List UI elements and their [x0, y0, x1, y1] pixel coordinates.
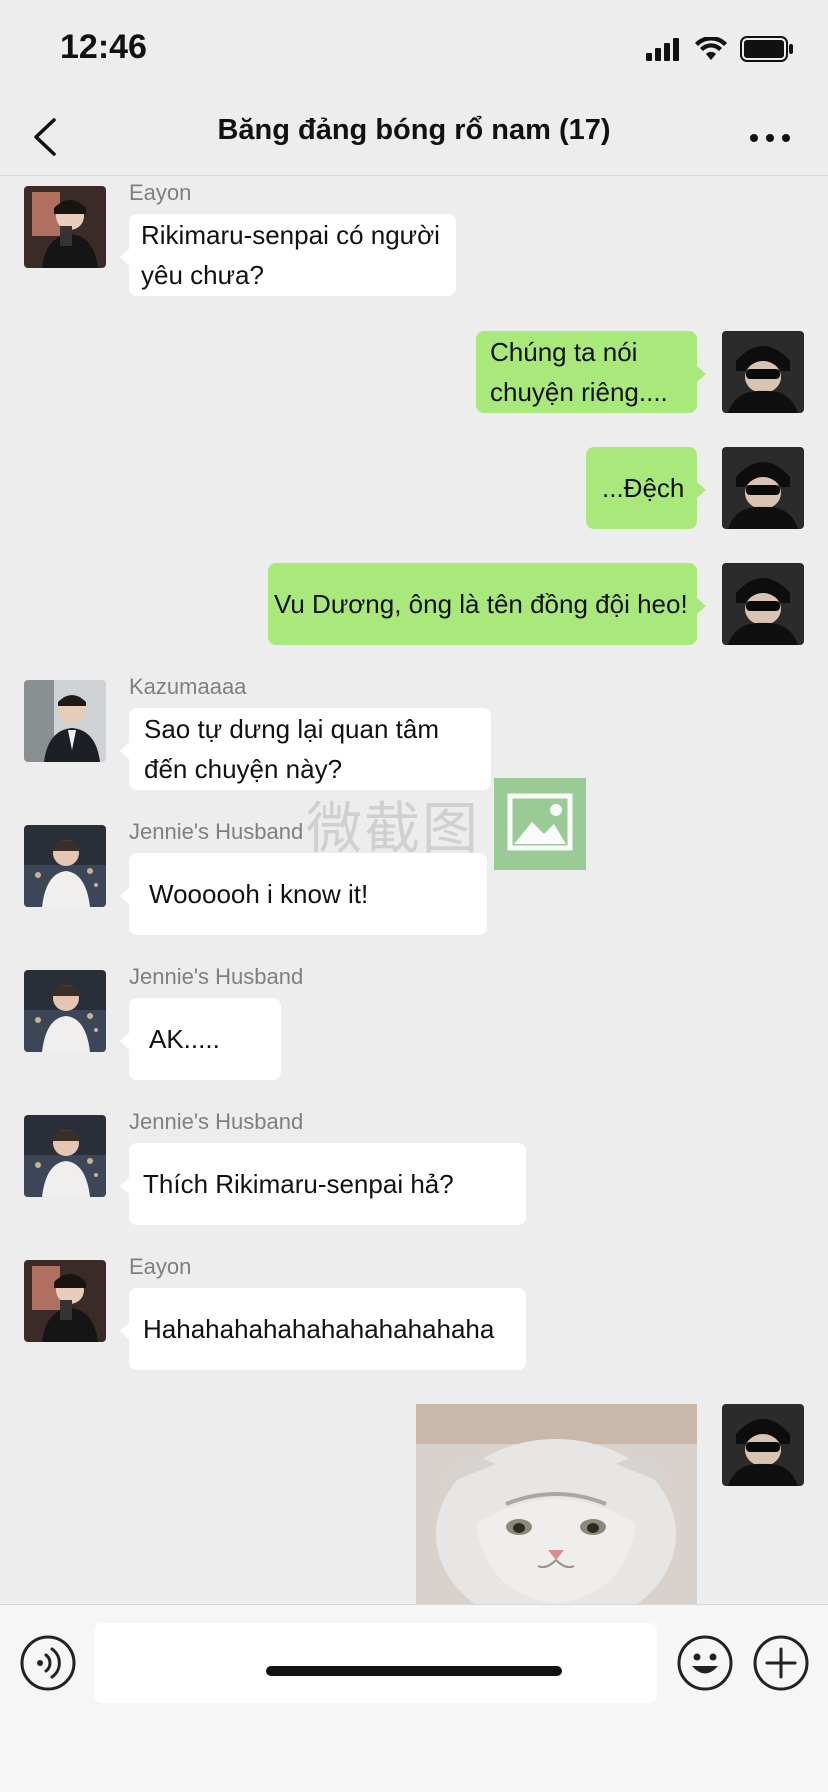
status-bar: 12:46: [0, 0, 828, 100]
message-text: Rikimaru-senpai có người yêu chưa?: [141, 220, 440, 290]
avatar-kazuma[interactable]: [24, 680, 106, 762]
message-bubble[interactable]: Vu Dương, ông là tên đồng đội heo!: [268, 563, 706, 645]
sender-name: Jennie's Husband: [129, 964, 304, 989]
cat-photo[interactable]: [416, 1404, 697, 1604]
status-time: 12:46: [60, 28, 147, 66]
back-button[interactable]: [26, 112, 66, 162]
sender-name: Eayon: [129, 180, 192, 205]
avatar-jennies-husband[interactable]: [24, 1115, 106, 1197]
sender-name: Jennie's Husband: [129, 819, 304, 844]
more-button[interactable]: [748, 128, 792, 148]
image-icon: [494, 778, 586, 870]
watermark-text: 微截图: [306, 796, 480, 862]
message-bubble[interactable]: Chúng ta nói chuyện riêng....: [476, 331, 706, 413]
avatar-jennies-husband[interactable]: [24, 970, 106, 1052]
message-text: AK.....: [149, 1024, 220, 1054]
avatar-eayon[interactable]: [24, 186, 106, 268]
message-bubble[interactable]: ...Đệch: [586, 447, 706, 529]
emoji-icon: [677, 1635, 733, 1691]
message-list[interactable]: Eayon Rikimaru-senpai có người yêu chưa?…: [0, 176, 828, 1604]
more-dots-icon: [750, 134, 790, 142]
wifi-icon: [695, 37, 727, 60]
battery-icon: [740, 36, 793, 62]
message-text: Sao tự dưng lại quan tâm đến chuyện này?: [144, 714, 439, 784]
message-text: Hahahahahahahahahahahaha: [143, 1314, 495, 1344]
message-bubble[interactable]: Hahahahahahahahahahahaha: [120, 1288, 526, 1370]
avatar-jennies-husband[interactable]: [24, 825, 106, 907]
avatar-self[interactable]: [722, 1404, 804, 1486]
chat-title: Băng đảng bóng rổ nam (17): [217, 114, 611, 146]
message-input[interactable]: [94, 1623, 657, 1703]
sender-name: Kazumaaaa: [129, 674, 247, 699]
message-bubble[interactable]: Thích Rikimaru-senpai hả?: [120, 1143, 526, 1225]
home-indicator: [266, 1666, 562, 1676]
avatar-self[interactable]: [722, 447, 804, 529]
emoji-button[interactable]: [677, 1635, 733, 1691]
voice-button[interactable]: [20, 1635, 76, 1691]
voice-icon: [20, 1635, 76, 1691]
signal-icon: [646, 38, 679, 61]
message-bubble[interactable]: AK.....: [120, 998, 281, 1080]
status-icons: [646, 36, 794, 62]
input-bar: [0, 1604, 828, 1792]
message-text: Thích Rikimaru-senpai hả?: [143, 1169, 454, 1199]
message-bubble[interactable]: Rikimaru-senpai có người yêu chưa?: [120, 214, 456, 296]
avatar-self[interactable]: [722, 331, 804, 413]
message-text: Vu Dương, ông là tên đồng đội heo!: [274, 589, 688, 619]
sender-name: Eayon: [129, 1254, 192, 1279]
sender-name: Jennie's Husband: [129, 1109, 304, 1134]
plus-button[interactable]: [753, 1635, 809, 1691]
chat-header: Băng đảng bóng rổ nam (17): [0, 100, 828, 176]
avatar-eayon[interactable]: [24, 1260, 106, 1342]
plus-icon: [753, 1635, 809, 1691]
chevron-left-icon: [34, 118, 56, 156]
message-text: Chúng ta nói chuyện riêng....: [490, 337, 668, 407]
watermark: 微截图: [306, 778, 586, 870]
message-text: ...Đệch: [602, 473, 685, 503]
message-text: Woooooh i know it!: [149, 879, 369, 909]
avatar-self[interactable]: [722, 563, 804, 645]
